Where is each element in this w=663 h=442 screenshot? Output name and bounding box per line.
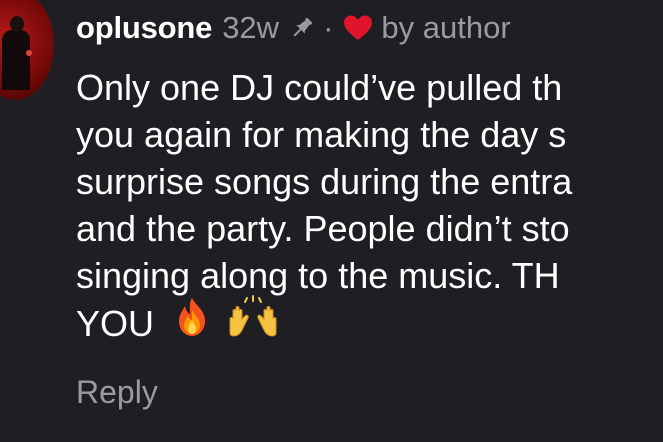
comment-text: Only one DJ could’ve pulled th you again… — [76, 64, 663, 354]
fire-emoji — [172, 296, 212, 349]
username[interactable]: oplusone — [76, 10, 212, 46]
comment-line: singing along to the music. TH — [76, 255, 560, 296]
meta-separator: · — [323, 10, 334, 45]
comment-age: 32w — [222, 10, 280, 45]
raised-hands-emoji — [226, 295, 280, 350]
comment-line: surprise songs during the entra — [76, 161, 573, 202]
avatar[interactable] — [0, 0, 54, 100]
comment-header: oplusone 32w · by author — [76, 8, 511, 48]
comment-line: and the party. People didn’t sto — [76, 208, 570, 249]
avatar-figure — [2, 30, 30, 90]
avatar-light — [26, 50, 32, 56]
comment-line: Only one DJ could’ve pulled th — [76, 67, 563, 108]
liked-by-author-label: by author — [381, 10, 511, 45]
comment-line-text: YOU — [76, 303, 155, 345]
pin-icon — [289, 15, 315, 41]
heart-icon — [343, 14, 373, 42]
comment-last-line: YOU — [76, 295, 663, 354]
comment-line: you again for making the day s — [76, 114, 567, 155]
avatar-figure-head — [10, 16, 24, 32]
reply-button[interactable]: Reply — [76, 374, 158, 411]
